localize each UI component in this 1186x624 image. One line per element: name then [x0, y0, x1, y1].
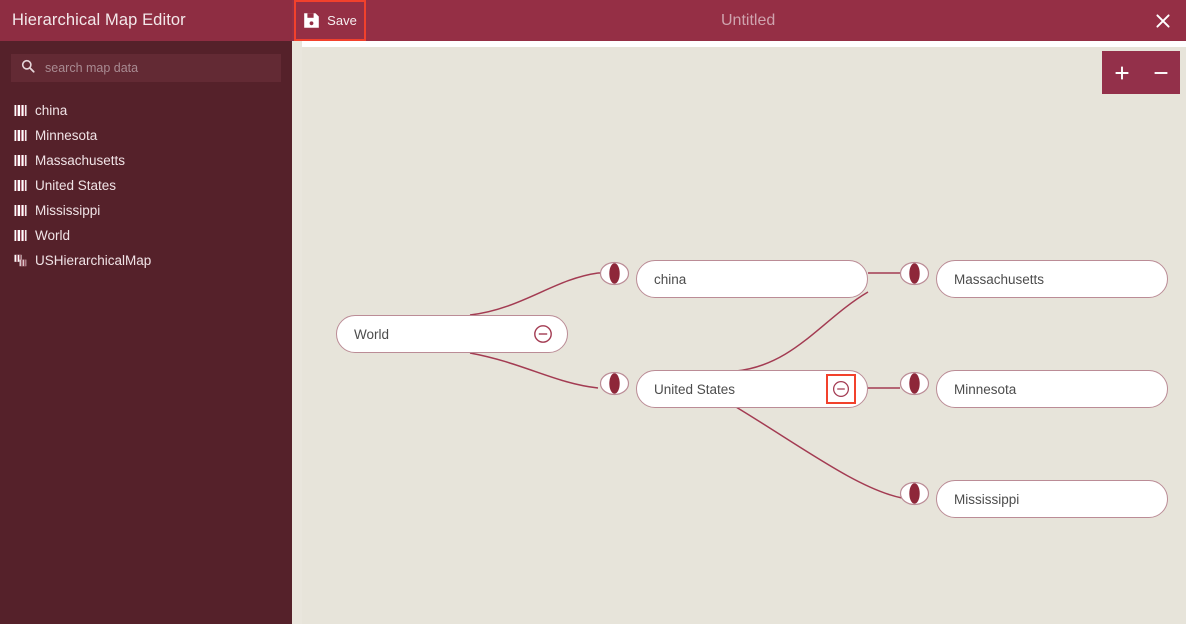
close-window-button[interactable]	[1140, 0, 1186, 41]
map-node-china[interactable]: china	[636, 260, 868, 298]
map-node-badge-china[interactable]	[599, 261, 630, 286]
save-button[interactable]: Save	[294, 0, 366, 41]
sidebar-item-minnesota[interactable]: Minnesota	[14, 123, 292, 148]
zoom-controls	[1102, 51, 1180, 94]
map-node-badge-united-states[interactable]	[599, 371, 630, 396]
search-box[interactable]	[11, 54, 281, 82]
map-canvas[interactable]: World china United	[302, 47, 1186, 624]
link-china-united-states	[736, 292, 868, 371]
map-node-badge-mississippi[interactable]	[899, 481, 930, 506]
minus-circle-icon[interactable]	[828, 376, 854, 402]
save-button-label: Save	[327, 13, 357, 28]
document-title: Untitled	[721, 0, 775, 41]
minus-icon	[1152, 64, 1170, 82]
map-node-minnesota[interactable]: Minnesota	[936, 370, 1168, 408]
map-node-massachusetts[interactable]: Massachusetts	[936, 260, 1168, 298]
sidebar: china Minnesota	[0, 41, 292, 624]
zoom-out-button[interactable]	[1146, 51, 1176, 94]
map-file-icon	[14, 229, 27, 242]
map-node-mississippi[interactable]: Mississippi	[936, 480, 1168, 518]
sidebar-item-ushierarchicalmap[interactable]: USHierarchicalMap	[14, 248, 292, 273]
zoom-in-button[interactable]	[1107, 51, 1137, 94]
map-file-icon	[14, 129, 27, 142]
sidebar-item-label: Mississippi	[35, 203, 100, 218]
map-node-badge-massachusetts[interactable]	[899, 261, 930, 286]
app-title: Hierarchical Map Editor	[0, 11, 186, 30]
save-disk-icon	[303, 12, 320, 29]
close-icon	[1155, 13, 1171, 29]
map-node-label: Minnesota	[937, 382, 1167, 397]
map-node-united-states[interactable]: United States	[636, 370, 868, 408]
map-layers-icon	[14, 254, 27, 267]
map-node-label: Massachusetts	[937, 272, 1167, 287]
map-node-label: United States	[637, 382, 828, 397]
map-file-icon	[14, 154, 27, 167]
map-node-world[interactable]: World	[336, 315, 568, 353]
map-node-label: Mississippi	[937, 492, 1167, 507]
link-world-united-states	[470, 353, 598, 388]
search-icon	[21, 59, 35, 78]
plus-icon	[1113, 64, 1131, 82]
app-window: Hierarchical Map Editor Save Untitled	[0, 0, 1186, 624]
map-node-label: World	[337, 327, 532, 342]
sidebar-item-label: china	[35, 103, 67, 118]
sidebar-item-label: United States	[35, 178, 116, 193]
minus-circle-icon[interactable]	[532, 323, 554, 345]
search-input[interactable]	[45, 61, 271, 75]
sidebar-item-label: Minnesota	[35, 128, 97, 143]
sidebar-item-label: USHierarchicalMap	[35, 253, 151, 268]
map-file-icon	[14, 179, 27, 192]
sidebar-item-china[interactable]: china	[14, 98, 292, 123]
titlebar-left-section: Hierarchical Map Editor	[0, 0, 292, 41]
sidebar-item-massachusetts[interactable]: Massachusetts	[14, 148, 292, 173]
titlebar: Hierarchical Map Editor Save Untitled	[0, 0, 1186, 41]
map-file-icon	[14, 204, 27, 217]
sidebar-canvas-gutter	[292, 41, 302, 624]
sidebar-item-label: Massachusetts	[35, 153, 125, 168]
sidebar-item-world[interactable]: World	[14, 223, 292, 248]
sidebar-item-mississippi[interactable]: Mississippi	[14, 198, 292, 223]
sidebar-item-label: World	[35, 228, 70, 243]
titlebar-right-section: Save Untitled	[292, 0, 1186, 41]
map-data-list: china Minnesota	[0, 98, 292, 273]
map-file-icon	[14, 104, 27, 117]
sidebar-item-united-states[interactable]: United States	[14, 173, 292, 198]
map-node-label: china	[637, 272, 867, 287]
link-world-china	[470, 273, 598, 315]
map-node-badge-minnesota[interactable]	[899, 371, 930, 396]
link-united-states-mississippi	[736, 407, 902, 498]
